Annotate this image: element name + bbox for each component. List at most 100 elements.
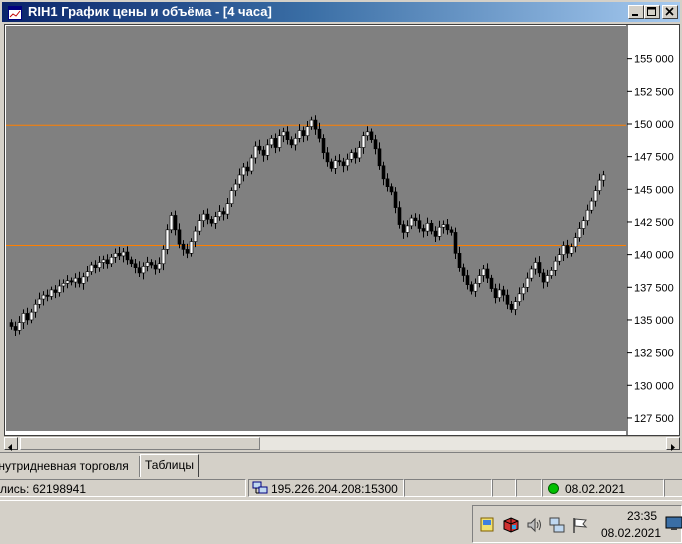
close-icon	[665, 7, 674, 16]
workspace-tabs: внутридневная торговля Таблицы	[0, 452, 682, 477]
candle-body	[357, 147, 362, 159]
candle-body	[77, 277, 82, 284]
candle-body	[281, 131, 286, 137]
candle-body	[505, 294, 510, 305]
candle-body	[389, 186, 394, 193]
tray-cube-icon[interactable]	[502, 516, 520, 534]
plot-background	[6, 26, 626, 431]
y-tick-label: 127 500	[634, 413, 674, 425]
minimize-icon	[632, 14, 638, 16]
clock-time[interactable]: 23:35	[613, 509, 657, 523]
candle-body	[9, 322, 14, 327]
candle-body	[157, 263, 162, 270]
close-button[interactable]	[662, 5, 678, 19]
candle-body	[253, 145, 258, 159]
candle-body	[533, 262, 538, 270]
candle-body	[509, 303, 514, 310]
flag-icon[interactable]	[571, 516, 589, 534]
scroll-right-button[interactable]	[666, 437, 680, 451]
candle-body	[133, 263, 138, 268]
candle-body	[85, 271, 90, 278]
tab-tables[interactable]: Таблицы	[140, 454, 199, 477]
candle-body	[525, 277, 530, 288]
candle-body	[461, 267, 466, 276]
y-tick-label: 132 500	[634, 348, 674, 360]
system-tray: 23:35 08.02.2021	[472, 505, 682, 543]
candle-body	[465, 275, 470, 285]
candle-body	[153, 264, 158, 270]
maximize-button[interactable]	[644, 5, 660, 19]
candle-body	[417, 220, 422, 229]
candle-body	[145, 262, 150, 267]
candle-body	[489, 277, 494, 289]
candle-body	[13, 326, 18, 331]
candle-body	[481, 268, 486, 276]
candle-body	[221, 211, 226, 215]
candle-body	[125, 251, 130, 261]
candle-body	[325, 152, 330, 163]
y-tick-label: 145 000	[634, 184, 674, 196]
show-desktop-icon[interactable]	[665, 514, 682, 532]
y-axis-ticks: 127 500 130 000 132 500 135 000 137 500 140 0…	[627, 54, 674, 425]
candle-body	[349, 152, 354, 160]
candle-body	[209, 219, 214, 224]
candle-body	[469, 284, 474, 292]
candle-body	[441, 224, 446, 228]
candle-body	[381, 165, 386, 180]
candle-body	[409, 217, 414, 227]
connection-date: 08.02.2021	[565, 482, 626, 496]
candle-body	[545, 275, 550, 283]
scroll-left-button[interactable]	[4, 437, 18, 451]
candle-body	[101, 259, 106, 263]
status-bar: лись: 62198941 195.226.204.208:15300 08.…	[0, 478, 682, 498]
candle-body	[521, 286, 526, 295]
horizontal-scrollbar[interactable]	[4, 436, 680, 451]
candle-body	[513, 301, 518, 310]
candle-body	[549, 270, 554, 276]
y-tick-label: 137 500	[634, 282, 674, 294]
candle-body	[237, 174, 242, 185]
tray-app-icon[interactable]	[479, 516, 497, 534]
candle-body	[293, 138, 298, 146]
volume-icon[interactable]	[525, 516, 543, 534]
price-chart-area[interactable]: 127 500 130 000 132 500 135 000 137 500 140 0…	[4, 24, 680, 436]
candle-body	[557, 254, 562, 262]
candle-body	[321, 138, 326, 154]
candle-body	[33, 303, 38, 313]
price-chart[interactable]: 127 500 130 000 132 500 135 000 137 500 140 0…	[5, 25, 679, 435]
y-tick-label: 135 000	[634, 315, 674, 327]
candle-body	[329, 161, 334, 169]
candle-body	[117, 253, 122, 257]
candle-body	[269, 138, 274, 146]
y-tick-label: 152 500	[634, 86, 674, 98]
candle-body	[393, 191, 398, 208]
tab-intraday-trading[interactable]: внутридневная торговля	[0, 456, 140, 477]
y-tick-label: 147 500	[634, 152, 674, 164]
candle-body	[425, 222, 430, 232]
candle-body	[273, 138, 278, 148]
candle-body	[301, 130, 306, 137]
minimize-button[interactable]	[628, 5, 644, 19]
candle-body	[397, 207, 402, 225]
candle-body	[57, 285, 62, 293]
scroll-thumb[interactable]	[20, 437, 260, 450]
candle-body	[197, 220, 202, 232]
candle-body	[457, 253, 462, 268]
candle-body	[201, 213, 206, 221]
candle-body	[137, 267, 142, 274]
candle-body	[121, 251, 126, 257]
title-bar[interactable]: RIH1 График цены и объёма - [4 часа]	[2, 2, 680, 22]
candle-body	[453, 232, 458, 254]
candle-body	[597, 179, 602, 191]
candle-body	[437, 226, 442, 237]
status-cell-empty-2	[492, 479, 516, 497]
clock-date[interactable]: 08.02.2021	[597, 526, 661, 540]
candle-body	[241, 166, 246, 176]
candle-body	[265, 144, 270, 156]
candle-body	[501, 289, 506, 296]
candle-body	[401, 224, 406, 233]
candle-body	[217, 211, 222, 218]
y-tick-label: 142 500	[634, 217, 674, 229]
network-tray-icon[interactable]	[548, 516, 566, 534]
candle-body	[497, 289, 502, 299]
